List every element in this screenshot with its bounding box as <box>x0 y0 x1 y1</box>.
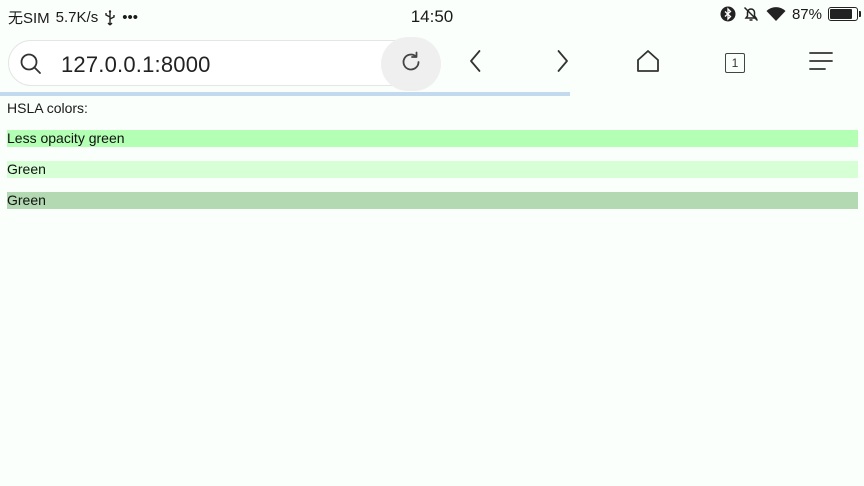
bell-off-icon <box>742 5 760 23</box>
home-button[interactable] <box>629 44 667 82</box>
reload-icon <box>399 50 423 79</box>
battery-icon <box>828 7 861 21</box>
page-content: HSLA colors: Less opacity green Green Gr… <box>7 100 858 223</box>
home-icon <box>635 48 661 79</box>
chevron-right-icon <box>552 48 572 79</box>
address-bar[interactable]: 127.0.0.1:8000 <box>8 37 441 91</box>
tabs-button[interactable]: 1 <box>716 44 754 82</box>
wifi-icon <box>766 6 786 22</box>
reload-button[interactable] <box>381 37 441 91</box>
battery-level <box>830 9 853 19</box>
back-button[interactable] <box>457 44 495 82</box>
tabs-icon: 1 <box>725 53 745 73</box>
status-right: 87% <box>720 5 861 23</box>
forward-button[interactable] <box>543 44 581 82</box>
battery-percent: 87% <box>791 5 822 23</box>
url-text[interactable]: 127.0.0.1:8000 <box>61 52 211 78</box>
page-load-progress <box>0 92 864 96</box>
bluetooth-icon <box>720 6 736 22</box>
tab-count: 1 <box>731 56 739 70</box>
chevron-left-icon <box>466 48 486 79</box>
page-heading: HSLA colors: <box>7 100 88 116</box>
browser-toolbar: 127.0.0.1:8000 1 <box>0 36 864 91</box>
color-rows: Less opacity green Green Green <box>7 130 858 209</box>
menu-button[interactable] <box>802 44 840 82</box>
menu-icon <box>809 50 833 77</box>
search-icon[interactable] <box>19 52 43 76</box>
progress-fill <box>0 92 571 96</box>
color-row-green: Green <box>7 161 858 178</box>
color-row-less-opacity-green: Less opacity green <box>7 130 858 147</box>
color-row-green-dark: Green <box>7 192 858 209</box>
status-bar: 无SIM 5.7K/s ••• 14:50 87% <box>0 0 864 32</box>
